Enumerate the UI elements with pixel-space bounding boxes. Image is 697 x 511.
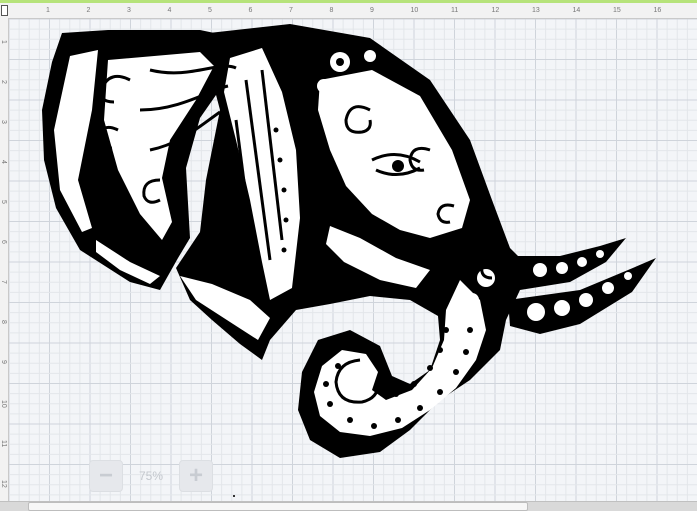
elephant-mandala-icon[interactable] — [9, 19, 697, 501]
ruler-v-number: 6 — [0, 240, 7, 244]
ruler-h-number: 10 — [410, 7, 419, 14]
ruler-v-number: 1 — [0, 40, 7, 44]
ruler-v-number: 11 — [0, 440, 7, 448]
ruler-v-number: 10 — [0, 400, 7, 408]
ruler-v-number: 5 — [0, 200, 7, 204]
ruler-h-number: 16 — [653, 7, 662, 14]
zoom-controls: − 75% + — [89, 459, 214, 493]
ruler-v-number: 7 — [0, 280, 7, 284]
ruler-h-number: 6 — [248, 7, 253, 14]
ruler-h-number: 9 — [370, 7, 374, 14]
ruler-v-number: 12 — [0, 480, 7, 488]
ruler-h-number: 3 — [127, 7, 131, 14]
ruler-h-number: 12 — [491, 7, 500, 14]
zoom-in-button[interactable]: + — [179, 460, 214, 492]
ruler-h-number: 1 — [46, 7, 50, 14]
design-workspace: 1 2 3 4 5 6 7 8 9 10 11 12 13 14 15 16 1 2 3 4 5 6 7 8 9 10 11 12 — [0, 0, 697, 511]
ruler-h-number: 7 — [289, 7, 293, 14]
ruler-v-number: 2 — [0, 80, 7, 84]
ruler-v-number: 3 — [0, 120, 7, 124]
ruler-v-number: 8 — [0, 320, 7, 324]
ruler-h-number: 15 — [613, 7, 621, 14]
zoom-out-button[interactable]: − — [89, 460, 123, 492]
ruler-h-number: 4 — [167, 7, 172, 14]
vertical-ruler: 1 2 3 4 5 6 7 8 9 10 11 12 — [0, 18, 9, 501]
ruler-v-number: 4 — [0, 160, 7, 164]
ruler-h-number: 14 — [572, 7, 581, 14]
canvas-dot — [233, 495, 235, 497]
horizontal-ruler: 1 2 3 4 5 6 7 8 9 10 11 12 13 14 15 16 — [8, 3, 697, 19]
ruler-v-number: 9 — [0, 360, 7, 364]
ruler-h-number: 5 — [208, 7, 212, 14]
ruler-h-number: 2 — [86, 7, 91, 14]
ruler-h-number: 11 — [451, 7, 459, 14]
canvas[interactable]: − 75% + — [9, 19, 697, 501]
zoom-level: 75% — [139, 469, 164, 483]
ruler-h-number: 8 — [329, 7, 334, 14]
ruler-corner-box[interactable] — [1, 5, 8, 16]
ruler-h-number: 13 — [532, 7, 540, 14]
